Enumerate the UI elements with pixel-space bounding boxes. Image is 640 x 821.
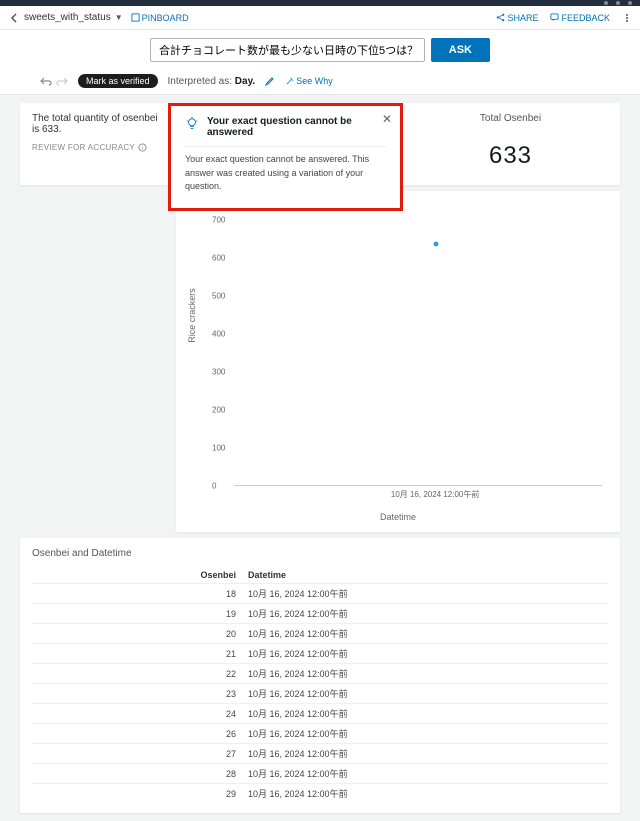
table-row[interactable]: 2410月 16, 2024 12:00午前 <box>32 704 608 724</box>
chevron-down-icon[interactable]: ▼ <box>115 13 123 22</box>
day-panel: Day Datet 10/ ✕ Your exact question cann… <box>176 103 395 185</box>
undo-icon[interactable] <box>40 76 52 86</box>
interpretation-row: Mark as verified Interpreted as: Day. Se… <box>0 70 640 95</box>
table-row[interactable]: 2210月 16, 2024 12:00午前 <box>32 664 608 684</box>
y-tick: 500 <box>212 292 225 301</box>
ask-button[interactable]: ASK <box>431 38 490 62</box>
table-header[interactable]: Datetime <box>242 567 608 584</box>
topbar-dot <box>604 1 608 5</box>
data-table: OsenbeiDatetime 1810月 16, 2024 12:00午前19… <box>32 567 608 803</box>
breadcrumb-label: sweets_with_status <box>24 12 111 23</box>
content-grid: The total quantity of osenbei is 633. RE… <box>0 95 640 821</box>
pinboard-label: PINBOARD <box>142 13 189 23</box>
x-tick: 10月 16, 2024 12:00午前 <box>391 489 480 500</box>
share-label: SHARE <box>507 13 538 23</box>
feedback-label: FEEDBACK <box>561 13 610 23</box>
breadcrumb[interactable]: sweets_with_status ▼ <box>24 12 123 23</box>
share-link[interactable]: SHARE <box>496 13 538 23</box>
y-tick: 200 <box>212 406 225 415</box>
svg-text:i: i <box>142 145 143 151</box>
search-input[interactable] <box>150 38 425 62</box>
table-row[interactable]: 2910月 16, 2024 12:00午前 <box>32 784 608 804</box>
pencil-icon[interactable] <box>265 76 275 86</box>
share-icon <box>496 13 505 22</box>
review-accuracy[interactable]: REVIEW FOR ACCURACY i <box>32 143 158 152</box>
topbar-dot <box>616 1 620 5</box>
total-panel: Total Osenbei 633 <box>401 103 620 185</box>
table-row[interactable]: 1810月 16, 2024 12:00午前 <box>32 584 608 604</box>
topbar-dot <box>628 1 632 5</box>
interpretation-text: Interpreted as: Day. <box>168 76 256 87</box>
table-header[interactable]: Osenbei <box>32 567 242 584</box>
chart-plot <box>234 220 602 486</box>
x-axis-label: Datetime <box>188 512 608 522</box>
table-title: Osenbei and Datetime <box>32 548 608 559</box>
total-value: 633 <box>413 142 608 170</box>
lightbulb-icon <box>185 117 199 131</box>
see-why-link[interactable]: See Why <box>285 76 333 86</box>
table-row[interactable]: 2810月 16, 2024 12:00午前 <box>32 764 608 784</box>
summary-text: The total quantity of osenbei is 633. <box>32 113 158 135</box>
search-row: ASK <box>0 30 640 70</box>
y-tick: 400 <box>212 330 225 339</box>
table-panel: Osenbei and Datetime OsenbeiDatetime 181… <box>20 538 620 813</box>
y-tick: 300 <box>212 368 225 377</box>
back-icon[interactable] <box>8 12 20 24</box>
table-row[interactable]: 2010月 16, 2024 12:00午前 <box>32 624 608 644</box>
total-title: Total Osenbei <box>413 113 608 124</box>
menu-icon[interactable] <box>622 13 632 23</box>
summary-panel: The total quantity of osenbei is 633. RE… <box>20 103 170 185</box>
data-point[interactable] <box>434 242 439 247</box>
feedback-icon <box>550 13 559 22</box>
popup-body: Your exact question cannot be answered. … <box>185 146 386 194</box>
pinboard-link[interactable]: PINBOARD <box>131 13 189 23</box>
info-icon: i <box>138 143 147 152</box>
header-bar: sweets_with_status ▼ PINBOARD SHARE FEED… <box>0 6 640 30</box>
table-row[interactable]: 1910月 16, 2024 12:00午前 <box>32 604 608 624</box>
y-tick: 700 <box>212 216 225 225</box>
chart-panel: Total Osenbei by day Rice crackers 01002… <box>176 191 620 532</box>
table-row[interactable]: 2110月 16, 2024 12:00午前 <box>32 644 608 664</box>
close-icon[interactable]: ✕ <box>382 112 392 126</box>
y-tick: 600 <box>212 254 225 263</box>
table-row[interactable]: 2310月 16, 2024 12:00午前 <box>32 684 608 704</box>
table-row[interactable]: 2710月 16, 2024 12:00午前 <box>32 744 608 764</box>
wand-icon <box>285 77 294 86</box>
y-axis-label: Rice crackers <box>187 288 197 343</box>
popup-title: Your exact question cannot be answered <box>207 116 386 138</box>
verified-badge[interactable]: Mark as verified <box>78 74 158 88</box>
y-tick: 0 <box>212 482 216 491</box>
pinboard-icon <box>131 13 140 22</box>
redo-icon[interactable] <box>56 76 68 86</box>
feedback-link[interactable]: FEEDBACK <box>550 13 610 23</box>
table-row[interactable]: 2610月 16, 2024 12:00午前 <box>32 724 608 744</box>
alert-popup: ✕ Your exact question cannot be answered… <box>168 103 403 211</box>
y-tick: 100 <box>212 444 225 453</box>
chart-area: Rice crackers 0100200300400500600700 10月… <box>206 220 608 510</box>
